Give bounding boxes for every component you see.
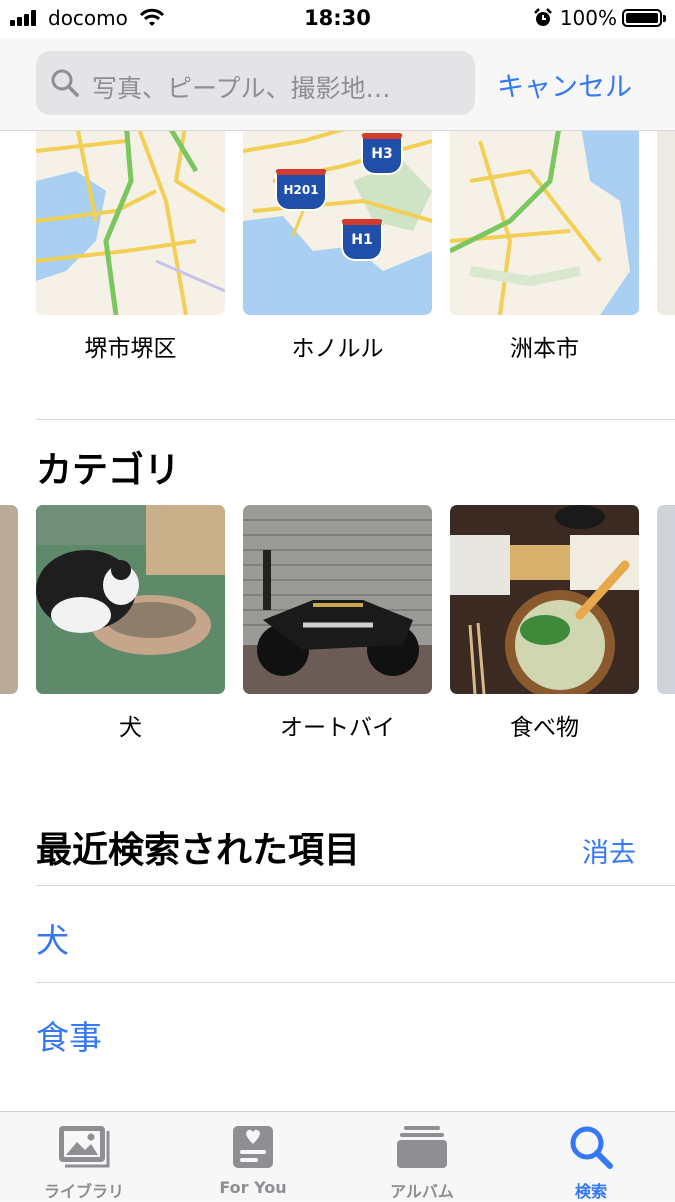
album-icon xyxy=(397,1126,447,1168)
category-tile-dog[interactable] xyxy=(36,505,225,694)
motorcycle-photo xyxy=(243,505,432,694)
for-you-icon xyxy=(233,1126,273,1168)
category-tile-partial[interactable] xyxy=(657,505,675,694)
cancel-button[interactable]: キャンセル xyxy=(497,65,632,104)
highway-shield-h1: H1 xyxy=(341,219,383,261)
map-thumbnail xyxy=(36,131,225,315)
tab-albums[interactable]: アルバム xyxy=(338,1112,506,1201)
map-thumbnail xyxy=(243,131,432,315)
clear-recent-button[interactable]: 消去 xyxy=(582,831,636,870)
category-label: オートバイ xyxy=(280,715,395,741)
highway-shield-h201: H201 xyxy=(275,169,327,211)
place-tile-partial[interactable] xyxy=(657,131,675,315)
status-bar: docomo 18:30 100% xyxy=(0,0,675,38)
tab-label: ライブラリ xyxy=(43,1182,124,1201)
recent-searches-title: 最近検索された項目 xyxy=(36,830,361,871)
categories-title: カテゴリ xyxy=(36,450,181,491)
category-tile-food[interactable] xyxy=(450,505,639,694)
tab-bar: ライブラリ For You アルバム 検索 xyxy=(0,1111,675,1201)
list-divider xyxy=(36,982,675,983)
place-tile[interactable] xyxy=(36,131,225,315)
tab-search[interactable]: 検索 xyxy=(507,1112,675,1201)
search-header: 写真、ピープル、撮影地… キャンセル xyxy=(0,38,675,131)
tab-for-you[interactable]: For You xyxy=(169,1112,337,1201)
search-placeholder: 写真、ピープル、撮影地… xyxy=(92,74,391,103)
map-thumbnail xyxy=(450,131,639,315)
list-divider xyxy=(36,885,675,886)
recent-search-item[interactable]: 食事 xyxy=(36,1011,102,1059)
search-icon xyxy=(51,69,79,97)
tab-label: アルバム xyxy=(390,1182,454,1201)
place-tile[interactable] xyxy=(450,131,639,315)
section-divider xyxy=(36,419,675,420)
place-label: 洲本市 xyxy=(510,336,579,362)
tab-label: For You xyxy=(219,1178,287,1197)
recent-search-item[interactable]: 犬 xyxy=(36,914,69,962)
search-icon xyxy=(570,1126,613,1169)
food-photo xyxy=(450,505,639,694)
category-label: 犬 xyxy=(119,715,142,741)
category-tile-motorcycle[interactable] xyxy=(243,505,432,694)
place-label: 堺市堺区 xyxy=(84,336,177,362)
category-tile-partial[interactable] xyxy=(0,505,18,694)
category-label: 食べ物 xyxy=(510,715,579,741)
highway-shield-h3: H3 xyxy=(361,133,403,175)
cat-photo xyxy=(36,505,225,694)
tab-label: 検索 xyxy=(574,1182,607,1201)
alarm-icon xyxy=(534,8,552,26)
battery-icon xyxy=(622,9,666,27)
tab-library[interactable]: ライブラリ xyxy=(0,1112,168,1201)
search-results[interactable]: H3 H201 H1 堺市堺区 ホノルル 洲本市 カテゴリ 犬 オートバイ 食べ… xyxy=(0,131,675,1111)
place-tile[interactable]: H3 H201 H1 xyxy=(243,131,432,315)
photo-library-icon xyxy=(59,1126,110,1168)
search-input[interactable]: 写真、ピープル、撮影地… xyxy=(36,51,475,115)
place-label: ホノルル xyxy=(291,336,384,362)
battery-percent: 100% xyxy=(559,6,617,30)
